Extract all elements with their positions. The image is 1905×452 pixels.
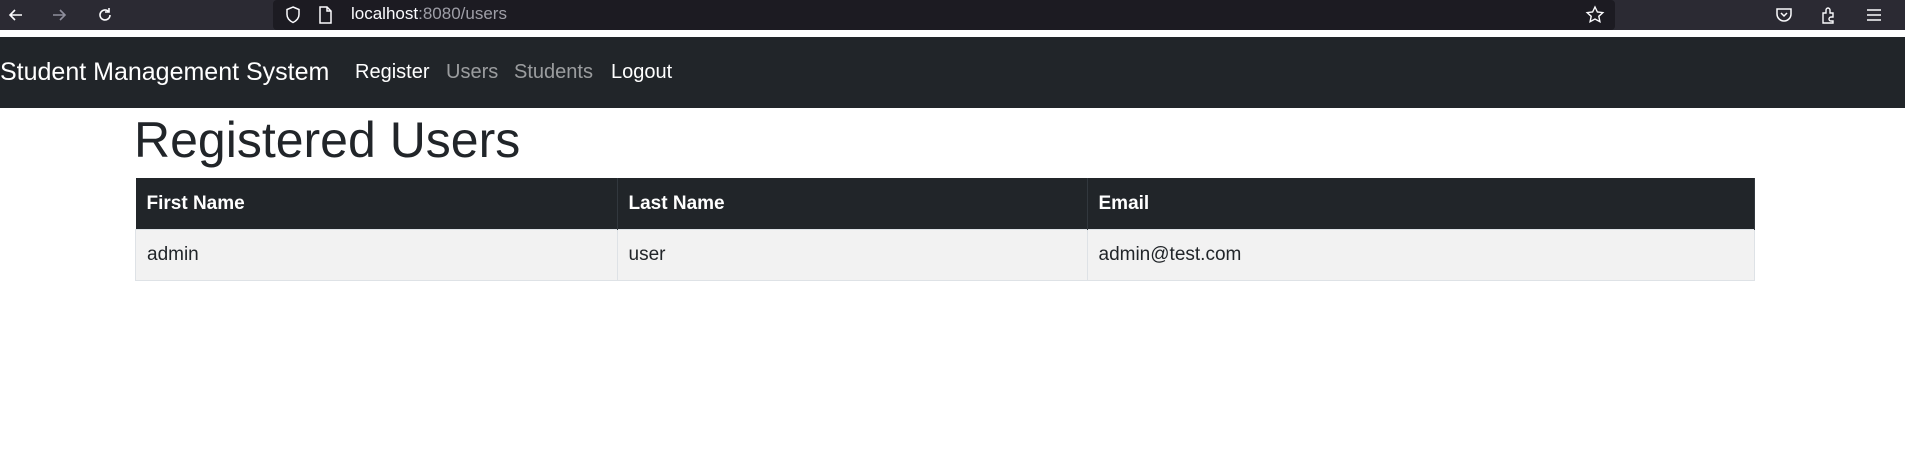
bookmark-star-icon[interactable] [1583,3,1607,27]
cell-last-name: user [616,229,1088,281]
forward-arrow-icon[interactable] [48,4,70,26]
users-table: First Name Last Name Email admin user ad… [135,178,1755,281]
nav-link-students[interactable]: Students [514,37,593,108]
browser-toolbar: localhost:8080/users [0,0,1905,30]
menu-icon[interactable] [1862,3,1886,27]
app-navbar: Student Management System Register Users… [0,37,1905,108]
nav-link-logout[interactable]: Logout [611,37,672,108]
pocket-icon[interactable] [1772,3,1796,27]
url-host: localhost [351,4,419,23]
address-bar[interactable]: localhost:8080/users [273,0,1615,30]
nav-link-users[interactable]: Users [446,37,498,108]
column-header-first-name: First Name [135,178,618,230]
column-header-email: Email [1087,178,1755,230]
url-text[interactable]: localhost:8080/users [351,0,507,30]
navbar-brand[interactable]: Student Management System [0,37,329,108]
page-icon[interactable] [313,3,337,27]
cell-email: admin@test.com [1086,229,1755,281]
back-arrow-icon[interactable] [5,4,27,26]
url-path: :8080/users [418,4,507,23]
table-row: admin user admin@test.com [135,229,1755,281]
nav-link-register[interactable]: Register [355,37,429,108]
table-header-row: First Name Last Name Email [135,178,1755,230]
column-header-last-name: Last Name [617,178,1088,230]
cell-first-name: admin [135,229,618,281]
reload-icon[interactable] [94,4,116,26]
shield-icon[interactable] [281,3,305,27]
extensions-icon[interactable] [1817,3,1841,27]
page-title: Registered Users [134,112,521,168]
